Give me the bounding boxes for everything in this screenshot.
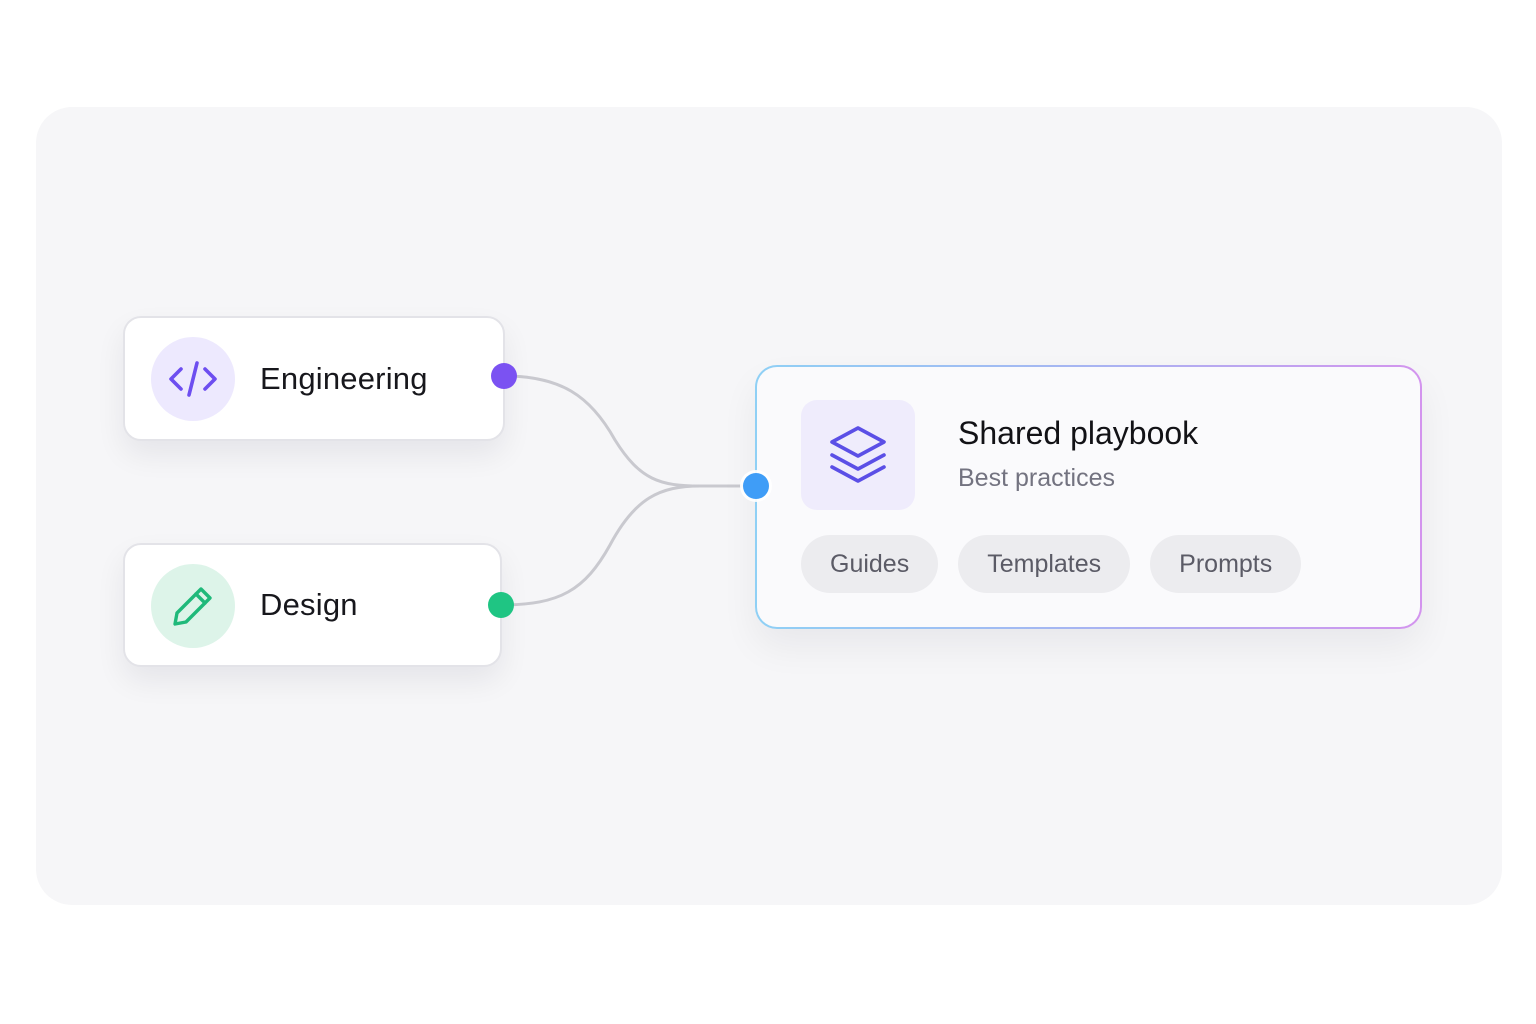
engineering-label: Engineering	[260, 360, 428, 396]
tag-chip[interactable]: Guides	[801, 535, 939, 593]
layers-icon	[801, 400, 915, 510]
connector-engineering-to-playbook	[503, 374, 756, 488]
design-label: Design	[260, 587, 358, 622]
connector-design-to-playbook	[500, 484, 701, 607]
tag-chip[interactable]: Prompts	[1150, 535, 1302, 593]
shared-playbook-card: Shared playbook Best practices Guides Te…	[757, 367, 1420, 627]
tag-list: Guides Templates Prompts	[801, 535, 1302, 593]
engineering-node[interactable]: Engineering	[123, 316, 505, 441]
design-output-port[interactable]	[488, 592, 514, 618]
code-icon	[151, 337, 235, 421]
playbook-title: Shared playbook	[958, 415, 1199, 451]
design-node[interactable]: Design	[123, 543, 502, 667]
pencil-icon	[151, 564, 235, 648]
shared-playbook-node[interactable]: Shared playbook Best practices Guides Te…	[755, 365, 1422, 629]
playbook-subtitle: Best practices	[958, 464, 1116, 492]
tag-chip[interactable]: Templates	[958, 535, 1131, 593]
engineering-output-port[interactable]	[491, 363, 517, 389]
playbook-input-port[interactable]	[743, 473, 769, 499]
